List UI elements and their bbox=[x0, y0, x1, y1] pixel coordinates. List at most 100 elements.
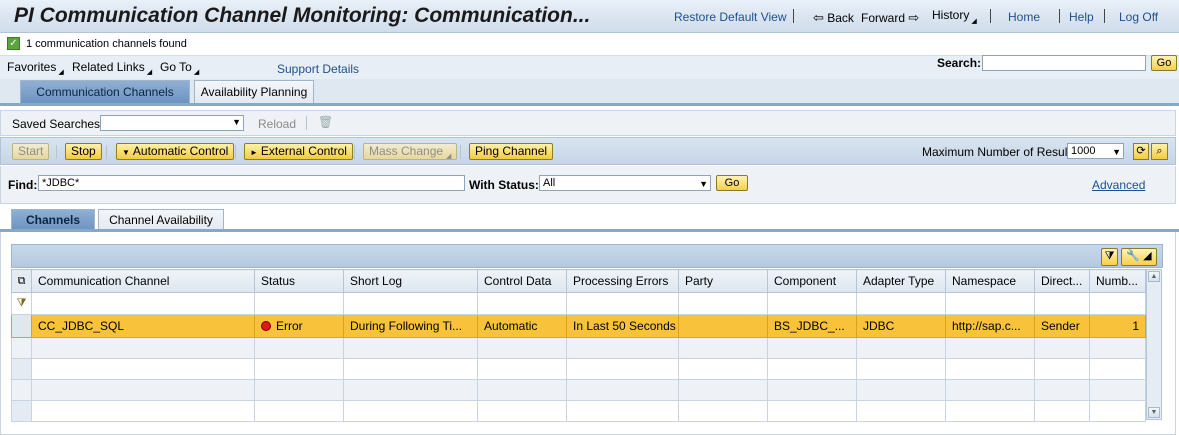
row-selector[interactable] bbox=[11, 337, 32, 359]
header-separator bbox=[1059, 9, 1060, 23]
table-cell bbox=[678, 379, 768, 401]
table-cell bbox=[254, 337, 344, 359]
filter-cell[interactable] bbox=[678, 292, 768, 315]
tab-channels[interactable]: Channels bbox=[11, 209, 95, 231]
column-header[interactable]: Adapter Type bbox=[856, 269, 946, 293]
reload-button[interactable]: Reload bbox=[258, 117, 296, 131]
column-header[interactable]: Direct... bbox=[1034, 269, 1090, 293]
external-control-button[interactable]: ► External Control bbox=[244, 143, 353, 160]
automatic-control-button[interactable]: ▼ Automatic Control bbox=[116, 143, 235, 160]
column-header[interactable]: Status bbox=[254, 269, 344, 293]
tab-availability-planning[interactable]: Availability Planning bbox=[194, 80, 314, 104]
search-input[interactable] bbox=[982, 55, 1146, 71]
max-results-select[interactable]: 1000 ▼ bbox=[1067, 143, 1124, 159]
table-cell bbox=[1089, 379, 1146, 401]
stop-button[interactable]: Stop bbox=[65, 143, 102, 160]
automatic-control-label: Automatic Control bbox=[132, 144, 229, 158]
table-cell bbox=[254, 400, 344, 422]
advanced-link[interactable]: Advanced bbox=[1092, 178, 1145, 192]
row-selector[interactable] bbox=[11, 379, 32, 401]
favorites-menu[interactable]: Favorites ◢ bbox=[7, 60, 64, 76]
table-cell bbox=[678, 400, 768, 422]
magnifier-icon[interactable]: ⌕ bbox=[1151, 143, 1168, 160]
filter-cell[interactable] bbox=[31, 292, 255, 315]
table-cell bbox=[1089, 337, 1146, 359]
search-go-button[interactable]: Go bbox=[1151, 55, 1177, 71]
find-input[interactable]: *JDBC* bbox=[38, 175, 465, 191]
vertical-scrollbar[interactable]: ▲ ▼ bbox=[1146, 269, 1162, 420]
scroll-down-icon[interactable]: ▼ bbox=[1148, 407, 1160, 418]
filter-cell[interactable] bbox=[343, 292, 478, 315]
table-row[interactable]: CC_JDBC_SQL Error During Following Ti...… bbox=[11, 314, 1146, 338]
table-cell bbox=[856, 379, 946, 401]
table-row[interactable] bbox=[11, 379, 1146, 401]
mass-change-button[interactable]: Mass Change ◢ bbox=[363, 143, 458, 160]
filter-cell[interactable] bbox=[945, 292, 1035, 315]
ping-channel-button[interactable]: Ping Channel bbox=[469, 143, 554, 160]
log-off-link[interactable]: Log Off bbox=[1119, 10, 1158, 24]
tab-channel-availability[interactable]: Channel Availability bbox=[98, 209, 224, 231]
row-selector[interactable] bbox=[11, 358, 32, 380]
history-menu[interactable]: History ◢ bbox=[932, 8, 977, 25]
filter-icon[interactable]: ⧩ bbox=[1101, 248, 1118, 266]
filter-cell[interactable] bbox=[1034, 292, 1090, 315]
go-to-menu[interactable]: Go To ◢ bbox=[160, 60, 199, 76]
tab-underline bbox=[0, 103, 1179, 106]
column-header[interactable]: Namespace bbox=[945, 269, 1035, 293]
table-cell bbox=[254, 358, 344, 380]
table-row[interactable] bbox=[11, 358, 1146, 380]
table-row[interactable] bbox=[11, 400, 1146, 422]
restore-default-view-link[interactable]: Restore Default View bbox=[674, 10, 787, 24]
external-control-label: External Control bbox=[260, 144, 347, 158]
back-button[interactable]: ⇦ Back bbox=[813, 10, 854, 26]
row-selector[interactable] bbox=[11, 400, 32, 422]
arrow-right-icon: ► bbox=[250, 148, 258, 157]
table-cell bbox=[767, 400, 857, 422]
column-header[interactable]: Short Log bbox=[343, 269, 478, 293]
filter-cell[interactable] bbox=[477, 292, 567, 315]
filter-cell[interactable] bbox=[254, 292, 344, 315]
find-go-button[interactable]: Go bbox=[716, 175, 748, 191]
toolbar-separator bbox=[306, 116, 307, 130]
with-status-select[interactable]: All ▼ bbox=[539, 175, 711, 191]
column-header[interactable]: Processing Errors bbox=[566, 269, 679, 293]
column-header[interactable]: Communication Channel bbox=[31, 269, 255, 293]
table-cell bbox=[566, 358, 679, 380]
table-header-row: ⧉ Communication Channel Status Short Log… bbox=[11, 269, 1146, 293]
refresh-icon[interactable]: ⟳ bbox=[1133, 143, 1149, 160]
start-button[interactable]: Start bbox=[12, 143, 50, 160]
column-header[interactable]: Component bbox=[767, 269, 857, 293]
settings-icon[interactable]: 🔧 ◢ bbox=[1121, 248, 1157, 266]
filter-icon[interactable]: ⧩ bbox=[11, 292, 32, 315]
related-links-menu[interactable]: Related Links ◢ bbox=[72, 60, 152, 76]
row-selector[interactable] bbox=[11, 314, 32, 338]
column-header[interactable]: Control Data bbox=[477, 269, 567, 293]
trash-icon[interactable]: 🗑 bbox=[318, 115, 333, 130]
chevron-down-icon: ◢ bbox=[446, 153, 452, 160]
filter-cell[interactable] bbox=[566, 292, 679, 315]
tab-communication-channels[interactable]: Communication Channels bbox=[20, 80, 190, 104]
select-all-icon[interactable]: ⧉ bbox=[11, 269, 32, 293]
search-label: Search: bbox=[937, 56, 982, 70]
filter-cell[interactable] bbox=[767, 292, 857, 315]
chevron-down-icon: ▼ bbox=[232, 117, 241, 127]
table-cell bbox=[1034, 400, 1090, 422]
table-cell bbox=[678, 358, 768, 380]
success-check-icon: ✓ bbox=[7, 37, 20, 50]
forward-button[interactable]: Forward ⇨ bbox=[861, 10, 919, 26]
home-link[interactable]: Home bbox=[1008, 10, 1040, 24]
scroll-up-icon[interactable]: ▲ bbox=[1148, 271, 1160, 282]
filter-cell[interactable] bbox=[856, 292, 946, 315]
help-link[interactable]: Help bbox=[1069, 10, 1094, 24]
forward-label: Forward bbox=[861, 11, 906, 25]
column-header[interactable]: Party bbox=[678, 269, 768, 293]
support-details-link[interactable]: Support Details bbox=[277, 62, 359, 76]
header-separator bbox=[1104, 9, 1105, 23]
column-header[interactable]: Numb... bbox=[1089, 269, 1146, 293]
back-arrow-icon: ⇦ bbox=[813, 10, 824, 25]
table-row[interactable] bbox=[11, 337, 1146, 359]
filter-cell[interactable] bbox=[1089, 292, 1146, 315]
dropdown-arrow-icon: ▼ bbox=[122, 148, 130, 157]
saved-searches-select[interactable]: ▼ bbox=[100, 115, 244, 131]
back-label: Back bbox=[827, 11, 854, 25]
